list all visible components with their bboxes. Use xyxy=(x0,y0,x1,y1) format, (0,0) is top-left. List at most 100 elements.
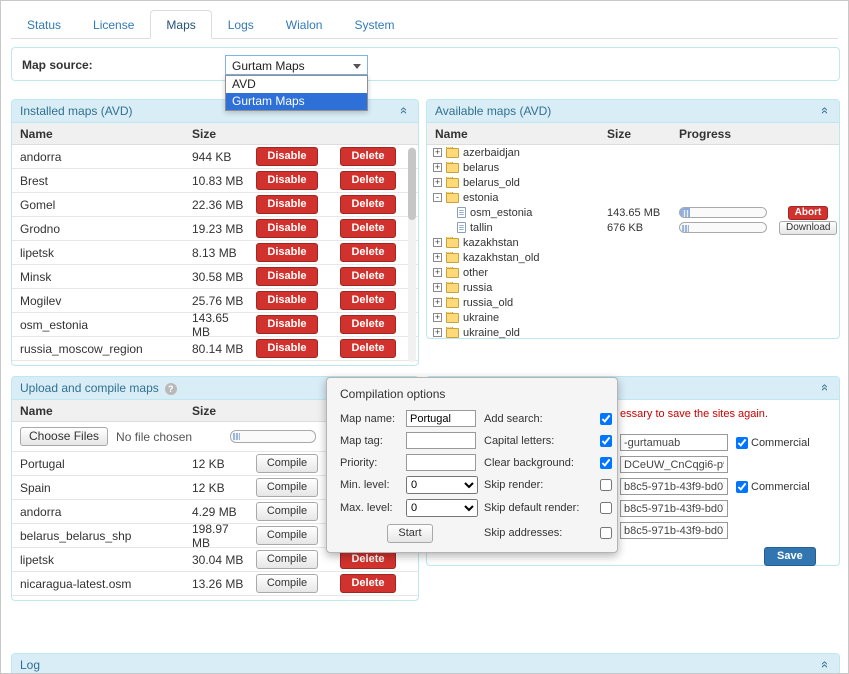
expander-icon[interactable]: + xyxy=(433,163,442,172)
capital-letters-checkbox[interactable] xyxy=(600,435,612,447)
tab[interactable]: System xyxy=(338,10,410,39)
map-name[interactable]: belarus_old xyxy=(463,177,520,189)
delete-button[interactable]: Delete xyxy=(340,267,395,286)
save-button[interactable]: Save xyxy=(764,547,816,566)
delete-button[interactable]: Delete xyxy=(340,243,395,262)
delete-button[interactable]: Delete xyxy=(340,574,395,593)
collapse-icon[interactable] xyxy=(396,103,410,118)
disable-button[interactable]: Disable xyxy=(256,291,317,310)
map-name[interactable]: other xyxy=(463,267,488,279)
choose-files-button[interactable]: Choose Files xyxy=(20,427,108,446)
expander-icon[interactable]: + xyxy=(433,313,442,322)
disable-button[interactable]: Disable xyxy=(256,243,317,262)
map-name[interactable]: russia_old xyxy=(463,297,513,309)
delete-button[interactable]: Delete xyxy=(340,291,395,310)
map-tag-label: Map tag: xyxy=(340,435,402,447)
collapse-icon[interactable] xyxy=(817,103,831,118)
priority-input[interactable] xyxy=(406,454,476,471)
map-name[interactable]: belarus xyxy=(463,162,499,174)
compile-button[interactable]: Compile xyxy=(256,478,318,497)
tree-action-button[interactable]: Download xyxy=(779,221,837,235)
key-input[interactable] xyxy=(620,434,728,451)
disable-button[interactable]: Disable xyxy=(256,315,317,334)
tree-item-icon xyxy=(457,222,466,233)
tab[interactable]: License xyxy=(77,10,150,39)
map-name: Gomel xyxy=(12,198,192,212)
tab[interactable]: Maps xyxy=(150,10,211,39)
delete-button[interactable]: Delete xyxy=(340,147,395,166)
key-input[interactable] xyxy=(620,456,728,473)
tab[interactable]: Logs xyxy=(212,10,270,39)
map-name[interactable]: russia xyxy=(463,282,492,294)
delete-button[interactable]: Delete xyxy=(340,195,395,214)
disable-button[interactable]: Disable xyxy=(256,339,317,358)
add-search-checkbox[interactable] xyxy=(600,413,612,425)
key-input[interactable] xyxy=(620,478,728,495)
map-name[interactable]: azerbaidjan xyxy=(463,147,520,159)
compile-button[interactable]: Compile xyxy=(256,550,318,569)
expander-icon[interactable]: + xyxy=(433,268,442,277)
delete-button[interactable]: Delete xyxy=(340,315,395,334)
map-size: 12 KB xyxy=(192,481,248,495)
clear-background-checkbox[interactable] xyxy=(600,457,612,469)
expander-icon[interactable]: + xyxy=(433,148,442,157)
map-name-input[interactable] xyxy=(406,410,476,427)
delete-button[interactable]: Delete xyxy=(340,219,395,238)
expander-icon[interactable]: + xyxy=(433,328,442,337)
collapse-icon[interactable] xyxy=(817,657,831,672)
tab[interactable]: Wialon xyxy=(270,10,339,39)
map-name[interactable]: osm_estonia xyxy=(470,207,532,219)
disable-button[interactable]: Disable xyxy=(256,219,317,238)
help-icon[interactable] xyxy=(165,383,177,395)
skip-addresses-checkbox[interactable] xyxy=(600,527,612,539)
max-level-select[interactable]: 0 xyxy=(406,499,478,517)
map-source-select[interactable]: Gurtam Maps xyxy=(225,55,368,75)
commercial-checkbox[interactable] xyxy=(736,437,748,449)
scrollbar[interactable] xyxy=(408,147,416,362)
map-source-option[interactable]: Gurtam Maps xyxy=(226,93,367,110)
expander-icon[interactable]: - xyxy=(433,193,442,202)
tree-row: + kazakhstan xyxy=(427,235,839,250)
installed-table-body: andorra 944 KB Disable Delete Brest 10.8… xyxy=(12,145,418,361)
compile-button[interactable]: Compile xyxy=(256,574,318,593)
installed-table-header: Name Size xyxy=(12,123,418,145)
key-input[interactable] xyxy=(620,500,728,517)
compile-button[interactable]: Compile xyxy=(256,502,318,521)
expander-icon[interactable]: + xyxy=(433,298,442,307)
delete-button[interactable]: Delete xyxy=(340,171,395,190)
start-button[interactable]: Start xyxy=(387,524,432,543)
map-size: 676 KB xyxy=(607,222,679,234)
map-tag-input[interactable] xyxy=(406,432,476,449)
map-name[interactable]: kazakhstan xyxy=(463,237,519,249)
map-name[interactable]: estonia xyxy=(463,192,498,204)
map-name[interactable]: tallin xyxy=(470,222,493,234)
compile-button[interactable]: Compile xyxy=(256,454,318,473)
collapse-icon[interactable] xyxy=(817,380,831,395)
key-row: Commercial xyxy=(620,478,839,495)
expander-icon[interactable]: + xyxy=(433,253,442,262)
expander-icon[interactable]: + xyxy=(433,238,442,247)
expander-icon[interactable]: + xyxy=(433,283,442,292)
tree-action-button[interactable]: Abort xyxy=(788,206,829,220)
commercial-option[interactable]: Commercial xyxy=(736,437,810,449)
key-input[interactable] xyxy=(620,522,728,539)
disable-button[interactable]: Disable xyxy=(256,171,317,190)
map-name[interactable]: ukraine xyxy=(463,312,499,324)
delete-button[interactable]: Delete xyxy=(340,339,395,358)
commercial-option[interactable]: Commercial xyxy=(736,481,810,493)
compile-button[interactable]: Compile xyxy=(256,526,318,545)
disable-button[interactable]: Disable xyxy=(256,267,317,286)
map-name[interactable]: kazakhstan_old xyxy=(463,252,539,264)
expander-icon[interactable]: + xyxy=(433,178,442,187)
min-level-select[interactable]: 0 xyxy=(406,476,478,494)
skip-render-checkbox[interactable] xyxy=(600,479,612,491)
disable-button[interactable]: Disable xyxy=(256,195,317,214)
skip-default-render-checkbox[interactable] xyxy=(600,502,612,514)
disable-button[interactable]: Disable xyxy=(256,147,317,166)
available-maps-header: Available maps (AVD) xyxy=(427,100,839,123)
map-name[interactable]: ukraine_old xyxy=(463,327,520,339)
commercial-checkbox[interactable] xyxy=(736,481,748,493)
tab[interactable]: Status xyxy=(11,10,77,39)
map-source-option[interactable]: AVD xyxy=(226,76,367,93)
scrollbar-thumb[interactable] xyxy=(408,148,416,220)
